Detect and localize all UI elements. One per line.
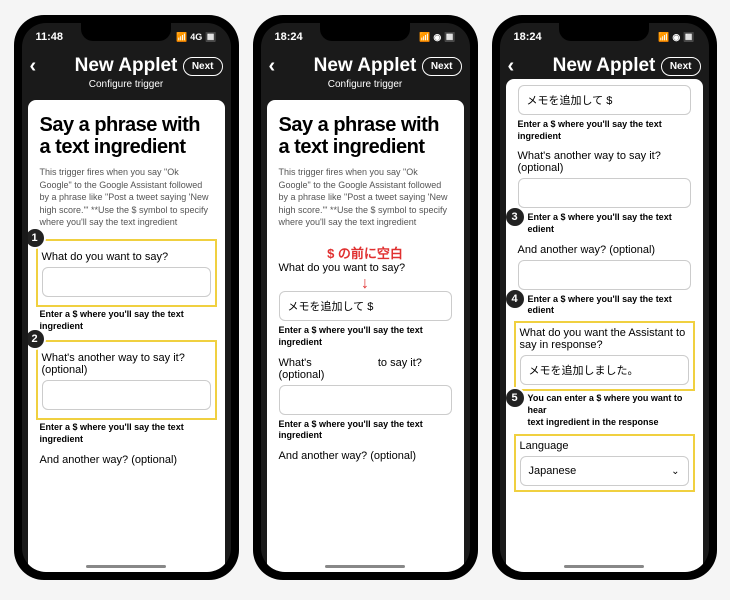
- signal-label: 4G: [190, 32, 202, 42]
- battery-icon: 🔲: [444, 32, 455, 43]
- card-description: This trigger fires when you say "Ok Goog…: [40, 166, 213, 229]
- field-label-response: What do you want the Assistant to say in…: [520, 327, 689, 351]
- page-title: New Applet: [314, 55, 417, 77]
- hint-text-2: Enter a $ where you'll say the text ingr…: [40, 422, 213, 445]
- language-select[interactable]: Japanese ⌄: [520, 456, 689, 486]
- status-time: 18:24: [275, 31, 303, 43]
- header: ‹ New Applet Next: [22, 47, 231, 79]
- highlight-field-response: What do you want the Assistant to say in…: [514, 321, 695, 391]
- field-label-say: What do you want to say?: [279, 262, 452, 274]
- status-icons: 📶 ◉ 🔲: [658, 32, 694, 43]
- phrase-input[interactable]: [279, 291, 452, 321]
- card-description: This trigger fires when you say "Ok Goog…: [279, 166, 452, 229]
- notch: [81, 23, 171, 41]
- home-indicator[interactable]: [325, 565, 405, 568]
- signal-icon: 📶: [658, 32, 669, 43]
- response-input[interactable]: [520, 355, 689, 385]
- home-indicator[interactable]: [86, 565, 166, 568]
- highlight-field-2: 2 What's another way to say it? (optiona…: [36, 340, 217, 420]
- arrow-down-icon: ↓: [279, 278, 452, 289]
- hint-text-1: Enter a $ where you'll say the text edie…: [518, 212, 691, 235]
- another-phrase-input[interactable]: [518, 260, 691, 290]
- hint-text-2: Enter a $ where you'll say the text ingr…: [279, 419, 452, 442]
- header: ‹ New Applet Next: [500, 47, 709, 79]
- field-label-alt: What's another way to say it? (optional): [279, 357, 452, 381]
- annotation-badge-4: 4: [506, 288, 526, 310]
- phone-frame-2: 18:24 📶 ◉ 🔲 ‹ New Applet Next Configure …: [253, 15, 478, 580]
- page-title: New Applet: [75, 55, 178, 77]
- hint-text-3: You can enter a $ where you want to hear…: [518, 393, 691, 428]
- phrase-input[interactable]: [518, 85, 691, 115]
- phone-screen-1: 11:48 📶 4G 🔲 ‹ New Applet Next Configure…: [22, 23, 231, 572]
- page-title: New Applet: [553, 55, 656, 77]
- page-subtitle: Configure trigger: [22, 79, 231, 90]
- language-value: Japanese: [529, 465, 577, 477]
- alt-phrase-input[interactable]: [279, 385, 452, 415]
- notch: [559, 23, 649, 41]
- battery-icon: 🔲: [683, 32, 694, 43]
- hint-text-1: Enter a $ where you'll say the text ingr…: [40, 309, 213, 332]
- page-subtitle: Configure trigger: [261, 79, 470, 90]
- field-label-alt: What's another way to say it? (optional): [518, 150, 691, 174]
- content-card: Say a phrase with a text ingredient This…: [28, 100, 225, 572]
- alt-phrase-input[interactable]: [518, 178, 691, 208]
- annotation-badge-1: 1: [28, 227, 46, 249]
- phone-screen-2: 18:24 📶 ◉ 🔲 ‹ New Applet Next Configure …: [261, 23, 470, 572]
- home-indicator[interactable]: [564, 565, 644, 568]
- content-card: Say a phrase with a text ingredient This…: [267, 100, 464, 572]
- next-button[interactable]: Next: [422, 57, 462, 76]
- battery-icon: 🔲: [205, 32, 216, 43]
- phone-frame-3: 18:24 📶 ◉ 🔲 ‹ New Applet Next Enter a $ …: [492, 15, 717, 580]
- field-label-alt: What's another way to say it? (optional): [42, 352, 211, 376]
- phrase-input[interactable]: [42, 267, 211, 297]
- signal-icon: 📶: [176, 32, 187, 43]
- back-button[interactable]: ‹: [508, 55, 515, 78]
- highlight-field-language: Language Japanese ⌄: [514, 434, 695, 492]
- phone-screen-3: 18:24 📶 ◉ 🔲 ‹ New Applet Next Enter a $ …: [500, 23, 709, 572]
- highlight-field-1: 1 What do you want to say?: [36, 239, 217, 307]
- status-time: 11:48: [36, 31, 64, 43]
- field-label-say: What do you want to say?: [42, 251, 211, 263]
- status-icons: 📶 ◉ 🔲: [419, 32, 455, 43]
- status-time: 18:24: [514, 31, 542, 43]
- hint-text-1: Enter a $ where you'll say the text ingr…: [279, 325, 452, 348]
- content-card: Enter a $ where you'll say the text ingr…: [506, 79, 703, 572]
- phone-frame-1: 11:48 📶 4G 🔲 ‹ New Applet Next Configure…: [14, 15, 239, 580]
- hint-text-0: Enter a $ where you'll say the text ingr…: [518, 119, 691, 142]
- alt-phrase-input[interactable]: [42, 380, 211, 410]
- chevron-down-icon: ⌄: [671, 466, 679, 477]
- field-label-another: And another way? (optional): [40, 454, 213, 466]
- field-label-another: And another way? (optional): [279, 450, 452, 462]
- field-label-another: And another way? (optional): [518, 244, 691, 256]
- back-button[interactable]: ‹: [30, 55, 37, 78]
- header: ‹ New Applet Next: [261, 47, 470, 79]
- notch: [320, 23, 410, 41]
- next-button[interactable]: Next: [183, 57, 223, 76]
- wifi-icon: ◉: [672, 32, 680, 43]
- back-button[interactable]: ‹: [269, 55, 276, 78]
- annotation-text: $ の前に空白: [279, 243, 452, 262]
- field-label-language: Language: [520, 440, 689, 452]
- card-title: Say a phrase with a text ingredient: [279, 114, 452, 158]
- annotation-badge-2: 2: [28, 328, 46, 350]
- hint-text-2: Enter a $ where you'll say the text edie…: [518, 294, 691, 317]
- wifi-icon: ◉: [433, 32, 441, 43]
- card-title: Say a phrase with a text ingredient: [40, 114, 213, 158]
- annotation-badge-5: 5: [506, 387, 526, 409]
- next-button[interactable]: Next: [661, 57, 701, 76]
- signal-icon: 📶: [419, 32, 430, 43]
- status-icons: 📶 4G 🔲: [176, 32, 216, 43]
